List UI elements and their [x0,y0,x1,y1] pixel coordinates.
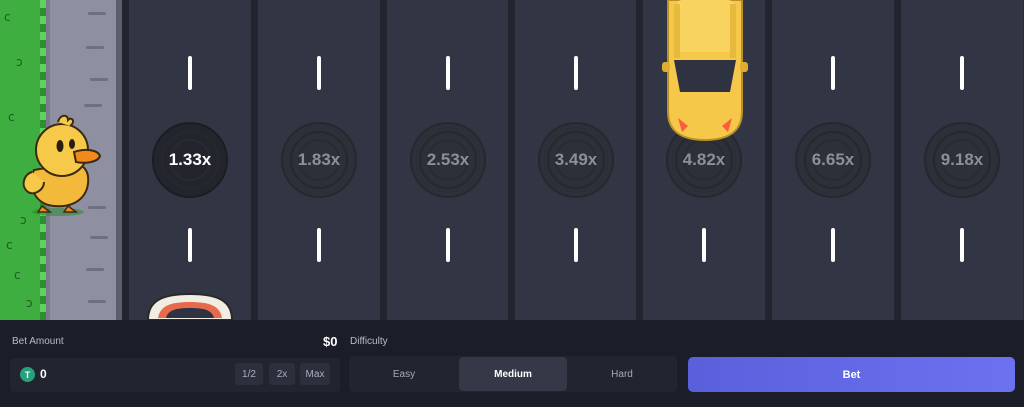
grass-tuft-icon: c [6,238,13,252]
multiplier-value: 6.65x [811,150,855,169]
lane-divider [122,0,129,320]
lane-marking [960,56,964,90]
lane-marking [960,228,964,262]
multiplier-marker[interactable]: 2.53x [410,122,486,198]
double-bet-button[interactable]: 2x [269,363,295,385]
lane-divider [380,0,387,320]
bet-amount-input[interactable] [40,363,220,385]
grass-tuft-icon: c [4,10,11,24]
grass-tuft-icon: c [14,268,21,282]
grass-tuft-icon: ɔ [16,55,23,69]
lane-marking [446,56,450,90]
difficulty-label: Difficulty [350,336,388,347]
multiplier-value: 4.82x [682,150,726,169]
difficulty-hard-button[interactable]: Hard [569,357,675,391]
lane-divider [251,0,258,320]
multiplier-value: 1.33x [168,150,212,169]
multiplier-marker[interactable]: 9.18x [924,122,1000,198]
lane-divider [508,0,515,320]
lane-marking [317,228,321,262]
multiplier-marker[interactable]: 1.33x [152,122,228,198]
lane-marking [831,228,835,262]
lane-marking [317,56,321,90]
bet-amount-label: Bet Amount [12,336,64,347]
lane-divider [765,0,772,320]
multiplier-marker[interactable]: 1.83x [281,122,357,198]
duck-icon [22,114,102,216]
game-board: ɔ c ɔ c c ɔ c 1.33x 1.83x 2.53x 3.49x 4.… [0,0,1024,320]
multiplier-value: 1.83x [297,150,341,169]
lane-divider [894,0,901,320]
lane-marking [446,228,450,262]
lane-marking [702,228,706,262]
lane-marking [574,56,578,90]
multiplier-value: 3.49x [554,150,598,169]
token-icon: T [20,367,35,382]
lane-marking [574,228,578,262]
car-icon [146,292,234,320]
max-bet-button[interactable]: Max [300,363,330,385]
half-bet-button[interactable]: 1/2 [235,363,263,385]
difficulty-easy-button[interactable]: Easy [351,357,457,391]
multiplier-marker[interactable]: 6.65x [795,122,871,198]
multiplier-marker[interactable]: 3.49x [538,122,614,198]
lane-marking [188,228,192,262]
car-icon [662,0,748,142]
lane-marking [188,56,192,90]
lane-divider [636,0,643,320]
difficulty-medium-button[interactable]: Medium [459,357,567,391]
usd-value: $0 [323,334,338,349]
grass-tuft-icon: ɔ [26,296,33,310]
bet-button[interactable]: Bet [688,357,1015,392]
multiplier-value: 9.18x [940,150,984,169]
multiplier-value: 2.53x [426,150,470,169]
lane-marking [831,56,835,90]
